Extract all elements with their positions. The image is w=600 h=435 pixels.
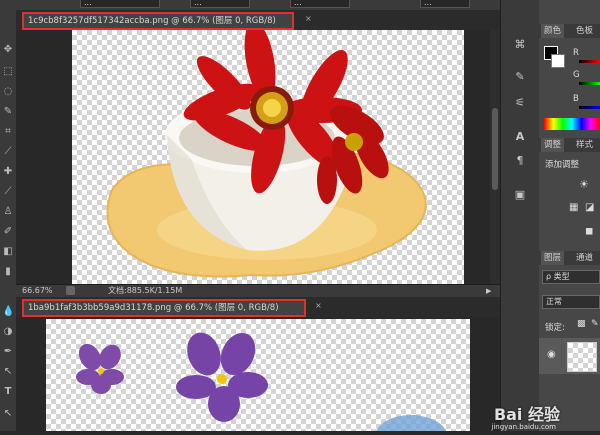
violets-image: [76, 332, 446, 431]
dodge-tool-icon[interactable]: ◑: [2, 326, 14, 338]
exposure-adjust-icon[interactable]: ◪: [585, 202, 594, 213]
lasso-tool-icon[interactable]: ◌: [2, 86, 14, 98]
doc2-close-icon[interactable]: ×: [315, 301, 322, 310]
options-field-2[interactable]: ...: [190, 0, 250, 8]
add-adjustment-label: 添加调整: [545, 160, 580, 170]
lock-transparent-icon[interactable]: ▩: [577, 319, 586, 329]
tab-swatches[interactable]: 色板: [573, 24, 596, 38]
doc1-close-icon[interactable]: ×: [305, 14, 312, 23]
doc1-tab[interactable]: 1c9cb8f3257df517342accba.png @ 66.7% (图层…: [22, 12, 294, 30]
tab-color[interactable]: 颜色: [541, 24, 565, 38]
layer-visibility-eye-icon[interactable]: ◉: [547, 349, 556, 360]
healing-brush-tool-icon[interactable]: ✚: [2, 166, 14, 178]
channel-r-label: R: [573, 48, 579, 58]
brush-tool-icon[interactable]: ⟋: [2, 186, 14, 198]
flower-cup-image: [106, 21, 427, 278]
collapsed-panel-dock: ⌘ ✎ ⚟ A ¶ ▣: [500, 0, 540, 431]
crop-tool-icon[interactable]: ⌗: [2, 126, 14, 138]
doc2-image[interactable]: [46, 319, 470, 431]
tools-panel: ✥ ⬚ ◌ ✎ ⌗ ⟋ ✚ ⟋ ♙ ✐ ◧ ▮ 💧 ◑ ✒ ↖ T ↖: [0, 10, 17, 431]
gradient-tool-icon[interactable]: ▮: [2, 266, 14, 278]
doc2-tab[interactable]: 1ba9b1faf3b3bb59a9d31178.png @ 66.7% (图层…: [22, 299, 306, 317]
layer-row[interactable]: ◉: [539, 338, 600, 374]
doc2-tab-title: 1ba9b1faf3b3bb59a9d31178.png @ 66.7% (图层…: [28, 303, 279, 313]
baidu-watermark: Bai 经验: [493, 405, 560, 424]
layer-thumbnail[interactable]: [567, 342, 597, 372]
properties-panel-icon[interactable]: ▣: [513, 188, 527, 202]
tab-adjustments[interactable]: 调整: [541, 138, 565, 152]
brightness-adjust-icon[interactable]: ☀: [579, 178, 589, 191]
doc2-canvas-area[interactable]: [16, 317, 500, 431]
character-panel-icon[interactable]: A: [513, 130, 527, 144]
lock-pixels-icon[interactable]: ✎: [591, 319, 599, 329]
channel-r-slider[interactable]: [579, 60, 600, 63]
blur-tool-icon[interactable]: 💧: [2, 306, 14, 318]
status-arrow-icon[interactable]: ▶: [486, 285, 491, 297]
tab-layers[interactable]: 图层: [541, 251, 565, 265]
quick-select-tool-icon[interactable]: ✎: [2, 106, 14, 118]
lock-label: 锁定:: [545, 323, 565, 333]
move-tool-icon[interactable]: ✥: [2, 44, 14, 56]
background-color-swatch[interactable]: [551, 54, 565, 68]
channel-b-slider[interactable]: [579, 106, 600, 109]
doc1-tab-bar: 1c9cb8f3257df517342accba.png @ 66.7% (图层…: [16, 10, 500, 30]
doc2-tab-bar: 1ba9b1faf3b3bb59a9d31178.png @ 66.7% (图层…: [16, 297, 500, 317]
history-panel-icon[interactable]: ⌘: [513, 38, 527, 52]
clone-stamp-tool-icon[interactable]: ♙: [2, 206, 14, 218]
tab-styles[interactable]: 样式: [573, 138, 596, 152]
doc-info: 文档:885.5K/1.15M: [108, 286, 183, 295]
color-spectrum-ramp[interactable]: [544, 118, 600, 130]
brush-panel-icon[interactable]: ✎: [513, 70, 527, 84]
bw-adjust-icon[interactable]: ◼: [585, 226, 593, 237]
options-field-4[interactable]: ...: [420, 0, 470, 8]
pen-tool-icon[interactable]: ✒: [2, 346, 14, 358]
paragraph-panel-icon[interactable]: ¶: [513, 154, 527, 168]
layer-kind-filter[interactable]: ρ 类型: [542, 270, 600, 284]
history-brush-tool-icon[interactable]: ✐: [2, 226, 14, 238]
path-select-tool-icon[interactable]: ↖: [2, 366, 14, 378]
levels-adjust-icon[interactable]: ▦: [569, 202, 578, 213]
doc1-scroll-thumb[interactable]: [492, 108, 498, 190]
channel-g-slider[interactable]: [579, 82, 600, 85]
channel-b-label: B: [573, 94, 579, 104]
doc1-image[interactable]: [72, 21, 464, 284]
channel-g-label: G: [573, 70, 580, 80]
eyedropper-tool-icon[interactable]: ⟋: [2, 146, 14, 158]
blend-mode-select[interactable]: 正常: [542, 295, 600, 309]
eraser-tool-icon[interactable]: ◧: [2, 246, 14, 258]
marquee-tool-icon[interactable]: ⬚: [2, 66, 14, 78]
right-panels: 颜色 色板 R G B 调整 样式 添加调整 ☀ ▦ ◪ ◼ 图层 通道 ρ 类…: [539, 0, 600, 431]
options-field-1[interactable]: ...: [80, 0, 160, 8]
status-menu-icon[interactable]: [66, 286, 75, 295]
type-tool-icon[interactable]: T: [2, 386, 14, 398]
baidu-watermark-url: jingyan.baidu.com: [491, 423, 556, 431]
doc1-tab-title: 1c9cb8f3257df517342accba.png @ 66.7% (图层…: [28, 16, 276, 26]
clone-source-panel-icon[interactable]: ⚟: [513, 96, 527, 110]
hand-tool-icon[interactable]: ↖: [2, 408, 14, 420]
doc1-canvas-area[interactable]: [16, 21, 490, 284]
doc1-status-bar: 66.67% 文档:885.5K/1.15M ▶: [16, 284, 500, 297]
options-field-3[interactable]: ...: [290, 0, 350, 8]
tab-channels[interactable]: 通道: [573, 251, 596, 265]
zoom-level[interactable]: 66.67%: [22, 285, 53, 297]
